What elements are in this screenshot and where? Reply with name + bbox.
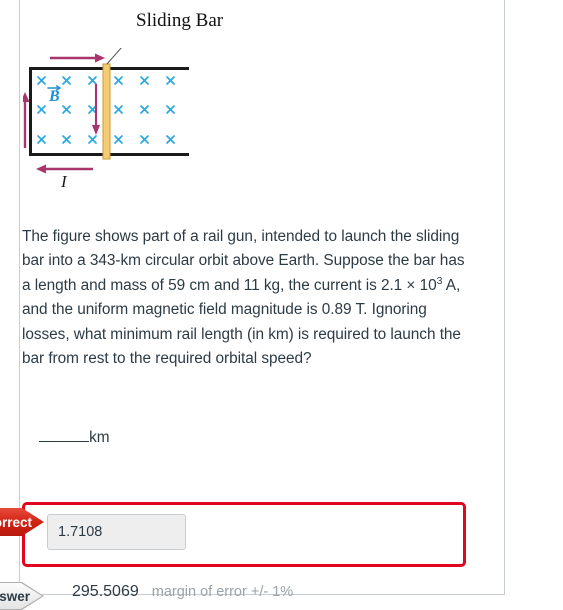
sliding-bar-body <box>102 63 111 160</box>
cross-icon <box>166 76 175 85</box>
answer-unit-label: km <box>89 429 110 446</box>
margin-of-error-text: margin of error +/- 1% <box>151 584 294 600</box>
quiz-question-screen: B I Sliding Bar The figure shows part of… <box>0 0 563 610</box>
left-current-arrowhead-icon <box>23 92 30 102</box>
cross-icon <box>88 135 97 144</box>
bar-current-arrowhead-icon <box>92 125 100 135</box>
cross-icon <box>62 76 71 85</box>
cross-icon <box>37 76 46 85</box>
cross-icon <box>37 135 46 144</box>
cross-icon <box>114 135 123 144</box>
cross-icon <box>37 105 46 114</box>
rail-gun-diagram-svg: B I <box>23 48 189 191</box>
question-text-part1: The figure shows part of a rail gun, int… <box>22 228 465 294</box>
cross-icon <box>88 76 97 85</box>
left-rail-connector <box>29 67 32 156</box>
top-current-arrowhead-icon <box>95 53 105 63</box>
current-label: I <box>60 172 68 191</box>
answer-blank-row: km <box>22 405 110 471</box>
answer-blank-underline <box>39 430 90 442</box>
cross-icon <box>140 76 149 85</box>
b-field-label: B <box>48 88 60 105</box>
cross-icon <box>140 105 149 114</box>
answer-input[interactable]: 1.7108 <box>47 514 186 550</box>
b-field-label-group: B <box>47 85 62 105</box>
correct-answer-value: 295.5069 <box>72 583 139 600</box>
cross-icon <box>62 135 71 144</box>
bottom-current-arrowhead-icon <box>36 164 46 174</box>
sliding-bar-leader-line <box>106 48 122 65</box>
cross-icon <box>140 135 149 144</box>
cross-icon <box>166 135 175 144</box>
cross-icon <box>114 105 123 114</box>
question-prompt: The figure shows part of a rail gun, int… <box>22 225 465 371</box>
cross-icon <box>166 105 175 114</box>
cross-icon <box>62 105 71 114</box>
correct-answer-row: 295.5069 margin of error +/- 1% <box>72 583 293 601</box>
rail-gun-figure: B I Sliding Bar <box>23 10 293 213</box>
cross-icon <box>114 76 123 85</box>
sliding-bar-caption: Sliding Bar <box>136 10 224 31</box>
sliding-bar-shape <box>102 63 111 160</box>
